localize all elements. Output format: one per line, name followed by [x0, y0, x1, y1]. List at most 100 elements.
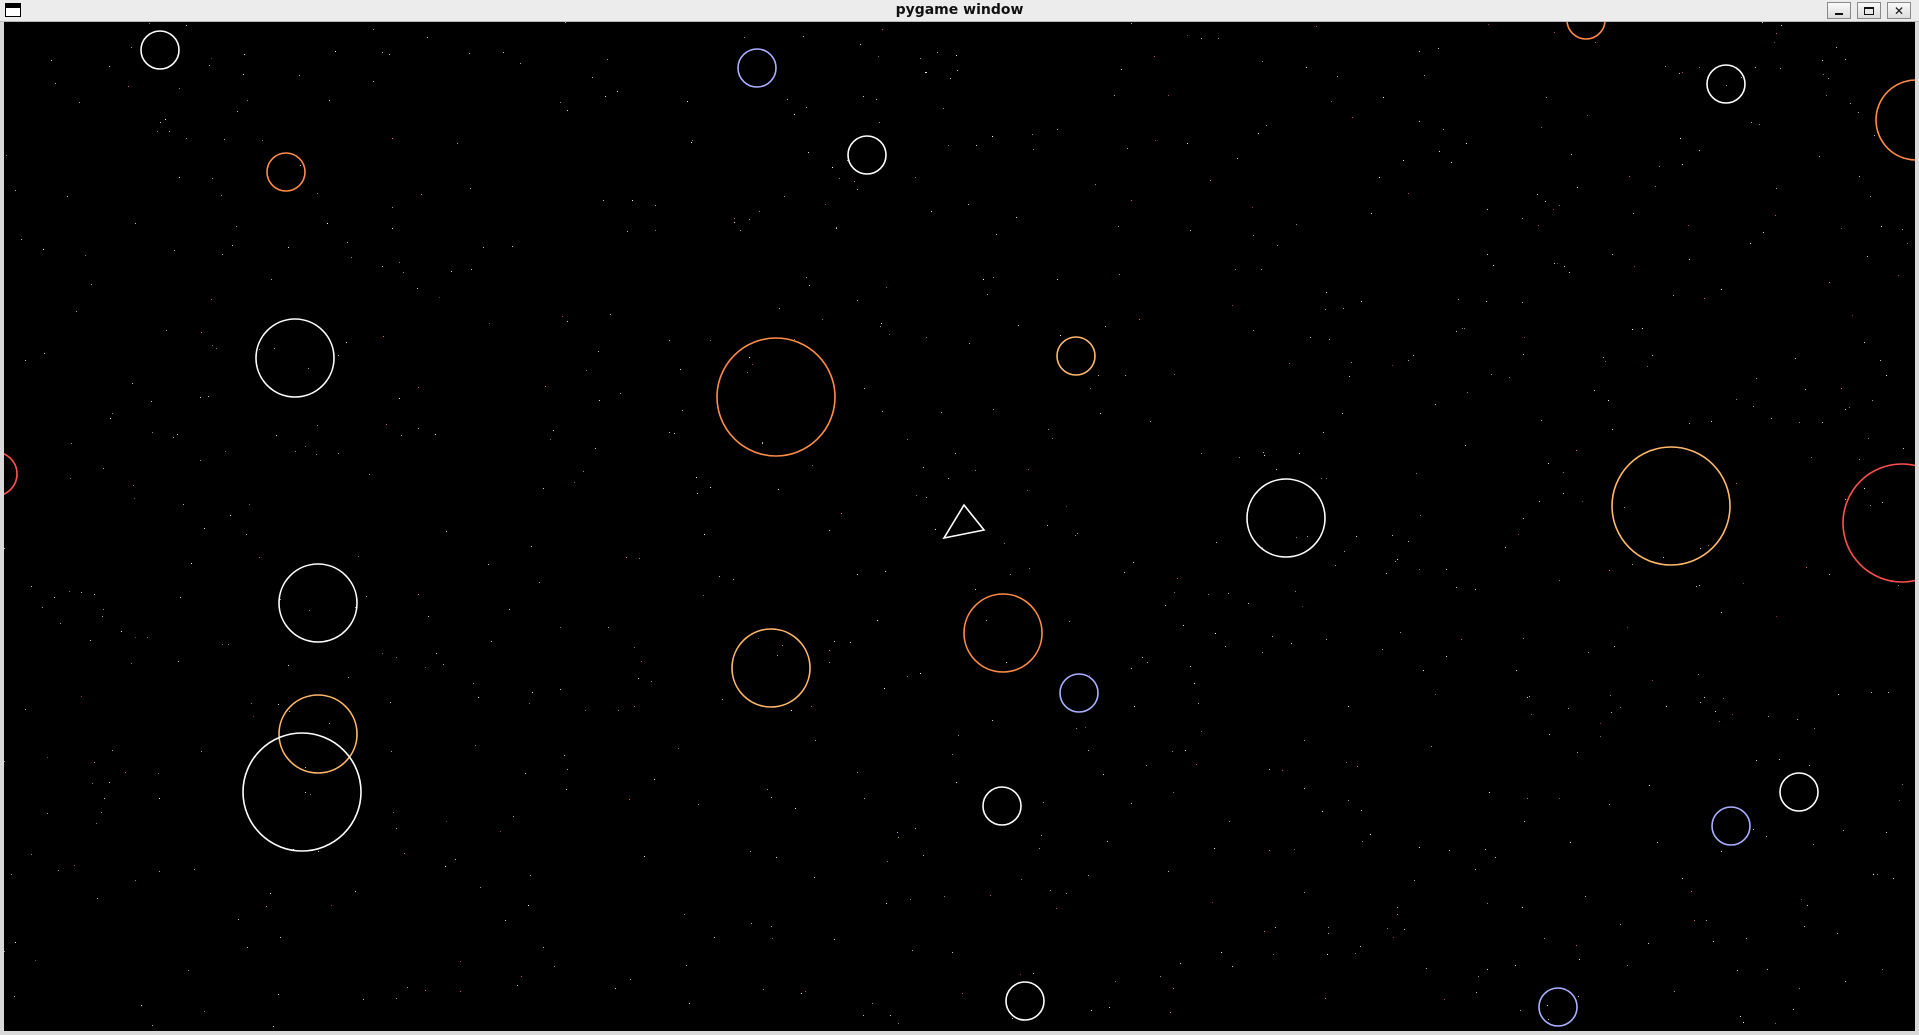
star	[1629, 176, 1630, 177]
star	[782, 645, 783, 646]
star	[957, 70, 958, 71]
star	[1529, 696, 1530, 697]
star	[877, 620, 878, 621]
star	[1461, 639, 1462, 640]
star	[1746, 938, 1747, 939]
star	[1261, 269, 1262, 270]
star	[886, 287, 887, 288]
star	[1419, 847, 1420, 848]
star	[67, 196, 68, 197]
star	[310, 794, 311, 795]
star	[1237, 158, 1238, 159]
star	[103, 609, 104, 610]
star	[1306, 67, 1307, 68]
star	[1329, 339, 1330, 340]
star	[791, 710, 792, 711]
star	[1632, 564, 1633, 565]
star	[915, 828, 916, 829]
star	[1610, 695, 1611, 696]
star	[369, 474, 370, 475]
star	[975, 589, 976, 590]
star	[204, 1011, 205, 1012]
star	[1302, 606, 1303, 607]
close-button[interactable]: ✕	[1887, 2, 1911, 19]
star	[455, 859, 456, 860]
star	[1699, 150, 1700, 151]
star	[806, 107, 807, 108]
star	[1520, 1010, 1521, 1011]
star	[1867, 256, 1868, 257]
star	[278, 704, 279, 705]
star	[897, 832, 898, 833]
star	[1576, 450, 1577, 451]
star	[1299, 453, 1300, 454]
star	[200, 397, 201, 398]
star	[836, 227, 837, 228]
star	[778, 489, 779, 490]
game-scene	[4, 22, 1915, 1027]
star	[567, 769, 568, 770]
star	[1424, 75, 1425, 76]
star	[1751, 122, 1752, 123]
star	[1423, 670, 1424, 671]
star	[1608, 400, 1609, 401]
star	[857, 772, 858, 773]
star	[1523, 638, 1524, 639]
game-canvas[interactable]	[4, 22, 1915, 1031]
star	[703, 595, 704, 596]
star	[15, 190, 16, 191]
star	[1487, 254, 1488, 255]
star	[916, 495, 917, 496]
star	[1069, 621, 1070, 622]
star	[216, 348, 217, 349]
star	[1446, 569, 1447, 570]
star	[445, 866, 446, 867]
star	[1673, 295, 1674, 296]
star	[1600, 736, 1601, 737]
star	[1170, 1012, 1171, 1013]
maximize-button[interactable]	[1857, 2, 1881, 19]
pygame-window: pygame window ✕	[0, 0, 1919, 1035]
star	[151, 401, 152, 402]
star	[1845, 981, 1846, 982]
star	[1173, 792, 1174, 793]
star	[1361, 810, 1362, 811]
star	[1893, 878, 1894, 879]
star	[15, 942, 16, 943]
star	[1563, 472, 1564, 473]
star	[232, 245, 233, 246]
minimize-button[interactable]	[1827, 2, 1851, 19]
star	[1823, 74, 1824, 75]
star	[521, 976, 522, 977]
star	[1057, 129, 1058, 130]
star	[898, 1023, 899, 1024]
star	[288, 665, 289, 666]
star	[1050, 890, 1051, 891]
star	[1627, 627, 1628, 628]
star	[1699, 585, 1700, 586]
star	[565, 22, 566, 23]
star	[1620, 924, 1621, 925]
asteroid	[255, 318, 335, 398]
star	[907, 439, 908, 440]
star	[1295, 591, 1296, 592]
star	[1524, 821, 1525, 822]
star	[1124, 572, 1125, 573]
star	[879, 122, 880, 123]
star	[1809, 765, 1810, 766]
star	[592, 77, 593, 78]
star	[209, 65, 210, 66]
star	[1649, 785, 1650, 786]
star	[179, 177, 180, 178]
star	[1849, 407, 1850, 408]
title-bar[interactable]: pygame window ✕	[0, 0, 1919, 22]
star	[43, 249, 44, 250]
star	[864, 798, 865, 799]
star	[1548, 1019, 1549, 1020]
star	[1264, 931, 1265, 932]
star	[500, 831, 501, 832]
star	[1845, 409, 1846, 410]
star	[1841, 388, 1842, 389]
star	[194, 869, 195, 870]
star	[244, 54, 245, 55]
